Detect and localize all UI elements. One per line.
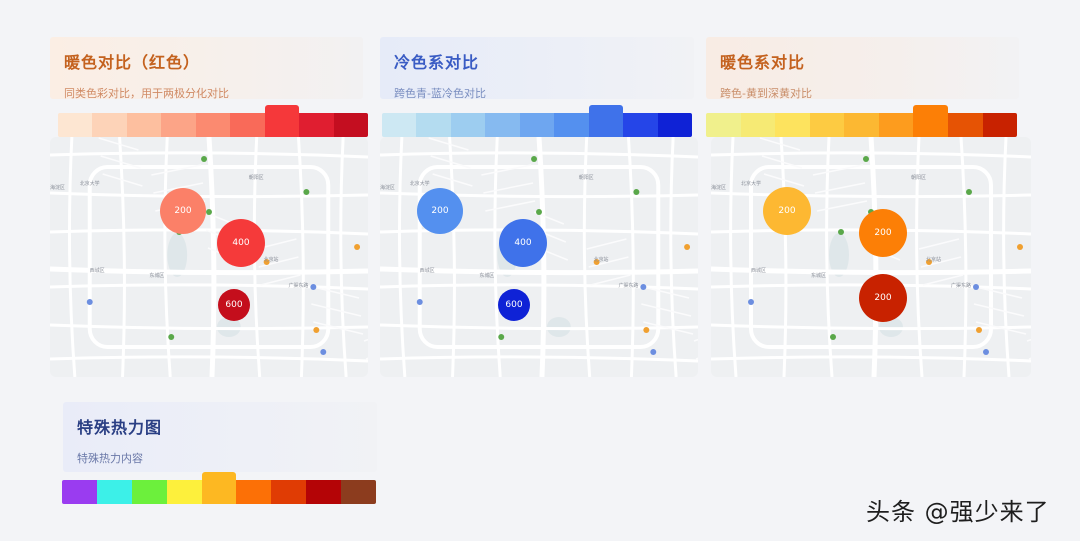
color-swatch — [450, 113, 486, 137]
color-swatch — [230, 113, 265, 137]
special-card-header: 特殊热力图 特殊热力内容 — [63, 402, 377, 472]
heat-bubble[interactable]: 200 — [160, 188, 206, 234]
color-swatch — [947, 113, 983, 137]
color-swatch — [706, 113, 741, 137]
warm-heat-map[interactable]: 海淀区 朝阳区西城区广渠东路 东城区 北京大学北京站 200 400 600 — [50, 137, 368, 377]
special-card-title: 特殊热力图 — [77, 418, 163, 437]
svg-text:朝阳区: 朝阳区 — [579, 174, 594, 181]
map-background: 海淀区 朝阳区西城区广渠东路 东城区 北京大学北京站 — [50, 137, 368, 377]
special-color-scale — [62, 472, 377, 504]
svg-text:海淀区: 海淀区 — [50, 184, 65, 191]
heat-bubble[interactable]: 400 — [499, 219, 547, 267]
color-swatch — [271, 480, 307, 504]
svg-text:海淀区: 海淀区 — [711, 184, 726, 191]
color-swatch — [809, 113, 845, 137]
color-swatch — [131, 480, 167, 504]
svg-text:北京大学: 北京大学 — [410, 180, 430, 187]
warm-color-scale — [58, 105, 368, 137]
color-swatch — [161, 113, 196, 137]
heat-bubble[interactable]: 200 — [859, 209, 907, 257]
svg-text:东城区: 东城区 — [149, 272, 164, 279]
svg-text:东城区: 东城区 — [811, 272, 826, 279]
cool-card-title: 冷色系对比 — [394, 53, 480, 72]
color-swatch — [982, 113, 1018, 137]
svg-text:西城区: 西城区 — [90, 267, 105, 274]
color-swatch — [657, 113, 692, 137]
svg-text:广渠东路: 广渠东路 — [289, 282, 309, 289]
color-swatch — [844, 113, 879, 137]
color-swatch — [333, 113, 368, 137]
color-swatch — [92, 113, 127, 137]
color-swatch — [58, 113, 93, 137]
warm-card-title: 暖色对比（红色） — [64, 53, 201, 72]
color-swatch — [382, 113, 417, 137]
color-swatch — [96, 480, 132, 504]
special-card-subtitle: 特殊热力内容 — [77, 452, 143, 465]
color-swatch — [126, 113, 162, 137]
color-swatch — [201, 472, 237, 504]
color-swatch — [554, 113, 589, 137]
color-swatch — [299, 113, 334, 137]
heat-bubble[interactable]: 200 — [417, 188, 463, 234]
cool-color-scale — [382, 105, 692, 137]
svg-text:朝阳区: 朝阳区 — [249, 174, 264, 181]
color-swatch — [588, 105, 624, 137]
watermark: 头条 @强少来了 — [866, 498, 1050, 526]
color-swatch — [485, 113, 520, 137]
svg-text:西城区: 西城区 — [751, 267, 766, 274]
warm2-card-header: 暖色系对比 跨色-黄到深黄对比 — [706, 37, 1019, 100]
svg-text:东城区: 东城区 — [479, 272, 494, 279]
warm2-color-scale — [706, 105, 1018, 137]
color-swatch — [341, 480, 377, 504]
svg-text:北京站: 北京站 — [926, 256, 941, 263]
color-swatch — [62, 480, 97, 504]
svg-text:北京站: 北京站 — [264, 256, 279, 263]
color-swatch — [913, 105, 948, 137]
color-swatch — [775, 113, 810, 137]
color-swatch — [878, 113, 914, 137]
warm2-heat-map[interactable]: 海淀区 朝阳区西城区广渠东路 东城区 北京大学北京站 200 200 200 — [711, 137, 1031, 377]
color-swatch — [306, 480, 342, 504]
svg-text:海淀区: 海淀区 — [380, 184, 395, 191]
heat-bubble[interactable]: 200 — [763, 187, 811, 235]
heat-bubble[interactable]: 600 — [498, 289, 530, 321]
svg-text:北京站: 北京站 — [594, 256, 609, 263]
warm-card-subtitle: 同类色彩对比，用于两极分化对比 — [64, 87, 229, 100]
color-swatch — [519, 113, 555, 137]
heat-bubble[interactable]: 200 — [859, 274, 907, 322]
svg-text:北京大学: 北京大学 — [80, 180, 100, 187]
map-background: 海淀区 朝阳区西城区广渠东路 东城区 北京大学北京站 — [711, 137, 1031, 377]
heat-bubble[interactable]: 400 — [217, 219, 265, 267]
cool-card-header: 冷色系对比 跨色青-蓝冷色对比 — [380, 37, 694, 100]
warm2-card-title: 暖色系对比 — [720, 53, 806, 72]
cool-heat-map[interactable]: 海淀区 朝阳区西城区广渠东路 东城区 北京大学北京站 200 400 600 — [380, 137, 698, 377]
heat-bubble[interactable]: 600 — [218, 289, 250, 321]
color-swatch — [264, 105, 300, 137]
color-swatch — [740, 113, 776, 137]
color-swatch — [416, 113, 451, 137]
warm-card-header: 暖色对比（红色） 同类色彩对比，用于两极分化对比 — [50, 37, 363, 100]
svg-text:西城区: 西城区 — [420, 267, 435, 274]
color-swatch — [195, 113, 231, 137]
svg-text:广渠东路: 广渠东路 — [951, 282, 971, 289]
svg-text:朝阳区: 朝阳区 — [911, 174, 926, 181]
cool-card-subtitle: 跨色青-蓝冷色对比 — [394, 87, 486, 100]
color-swatch — [236, 480, 272, 504]
color-swatch — [166, 480, 202, 504]
svg-text:北京大学: 北京大学 — [741, 180, 761, 187]
svg-text:广渠东路: 广渠东路 — [619, 282, 639, 289]
color-swatch — [623, 113, 658, 137]
warm2-card-subtitle: 跨色-黄到深黄对比 — [720, 87, 812, 100]
